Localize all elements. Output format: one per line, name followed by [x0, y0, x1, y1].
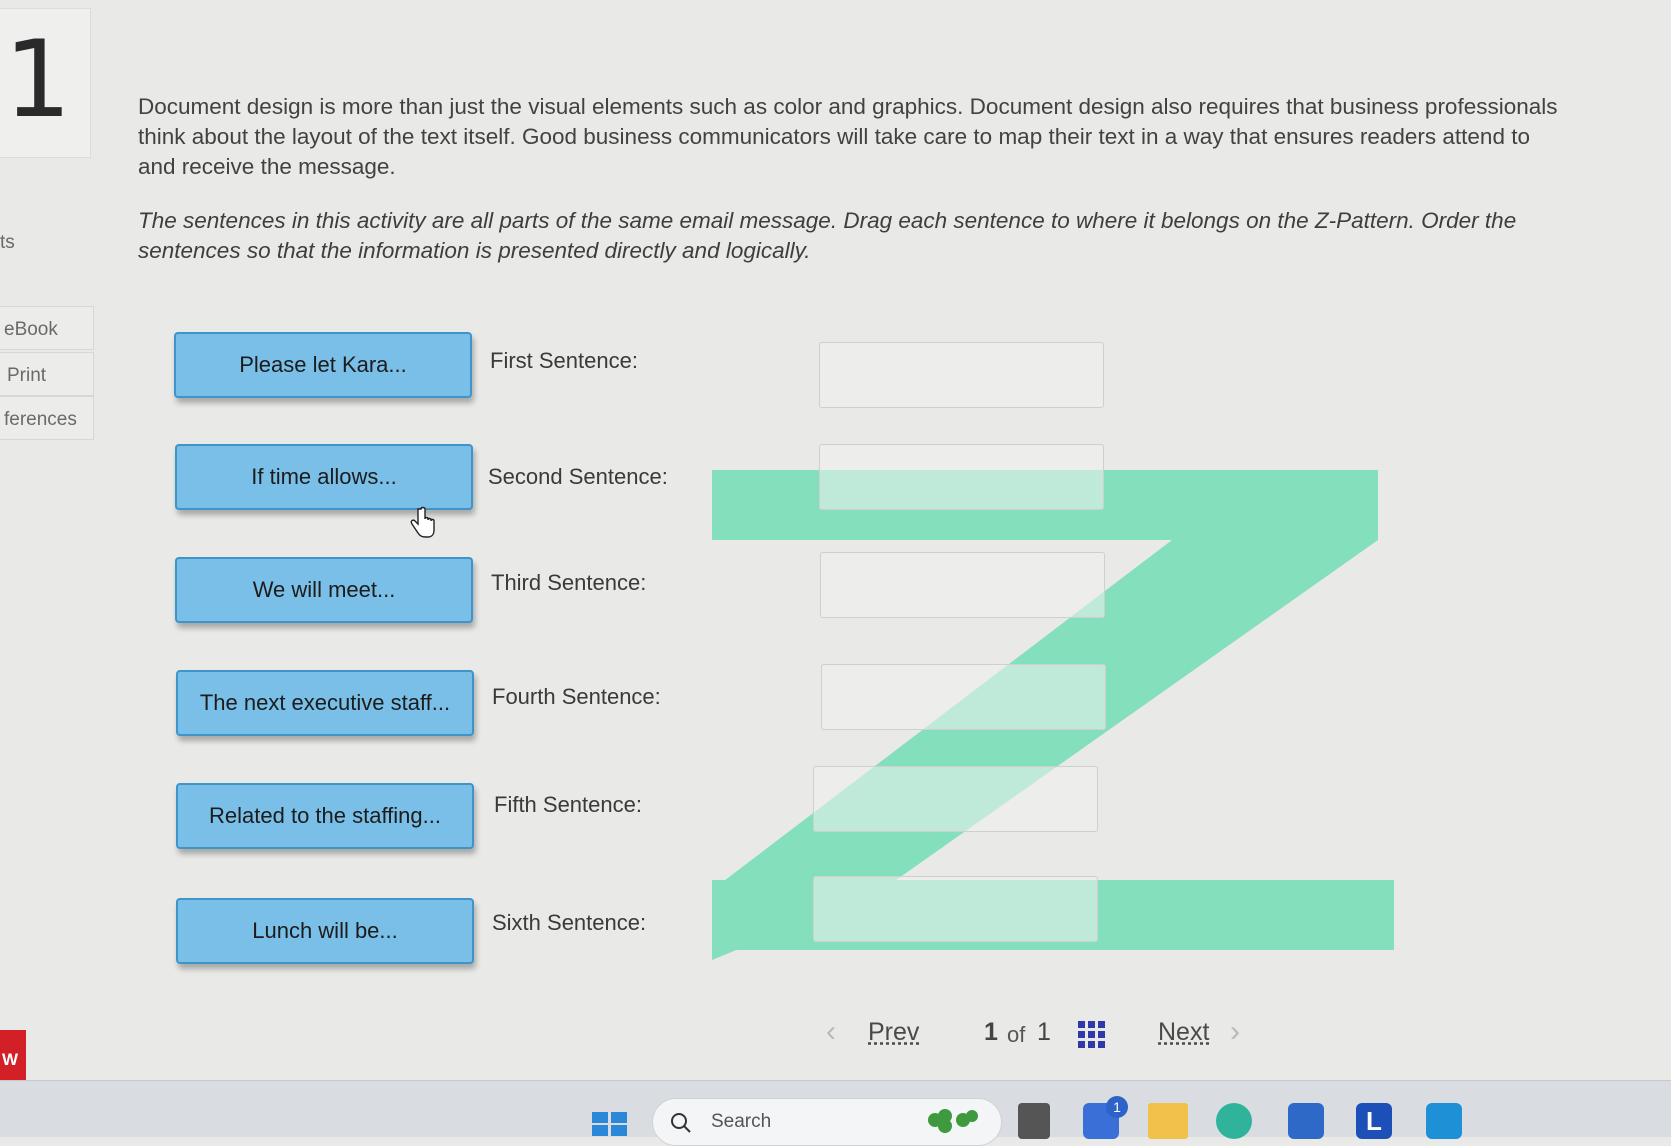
drag-card-we-will-meet[interactable]: We will meet... [175, 557, 473, 623]
drop-slot-fifth[interactable] [813, 766, 1098, 832]
slot-label-second: Second Sentence: [488, 464, 668, 489]
store-icon[interactable] [1288, 1103, 1324, 1139]
slot-label-first: First Sentence: [490, 348, 638, 373]
app-l-icon[interactable]: L [1356, 1103, 1392, 1139]
search-icon [671, 1113, 691, 1133]
question-grid-icon[interactable] [1078, 1021, 1106, 1049]
chevron-left-icon[interactable]: ‹ [826, 1015, 836, 1049]
sidebar-tab-print[interactable]: Print [0, 352, 94, 396]
next-button[interactable]: Next [1158, 1018, 1209, 1047]
slot-label-fourth: Fourth Sentence: [492, 684, 661, 709]
task-view-icon[interactable] [1018, 1103, 1050, 1139]
question-number: 1 [4, 18, 72, 141]
page-of-label: of [1007, 1022, 1026, 1047]
prev-button[interactable]: Prev [868, 1018, 919, 1047]
hand-cursor-icon [410, 506, 435, 538]
drag-card-lunch-will-be[interactable]: Lunch will be... [176, 898, 474, 964]
file-explorer-icon[interactable] [1148, 1103, 1188, 1139]
instructions-paragraph: The sentences in this activity are all p… [138, 208, 1517, 263]
windows-start-icon[interactable] [592, 1112, 628, 1136]
slot-label-third: Third Sentence: [491, 570, 647, 595]
drop-slot-fourth[interactable] [821, 664, 1106, 730]
sidebar-tab-ebook[interactable]: eBook [0, 306, 94, 350]
drag-card-if-time-allows[interactable]: If time allows... [175, 444, 473, 510]
clover-icon [928, 1109, 978, 1133]
intro-paragraph: Document design is more than just the vi… [138, 94, 1558, 179]
edge-browser-icon[interactable] [1216, 1103, 1252, 1139]
notification-badge: 1 [1106, 1096, 1128, 1118]
sidebar-fragment-label: ts [0, 232, 15, 253]
question-number-panel: 1 [0, 8, 91, 158]
drop-slot-sixth[interactable] [813, 876, 1098, 942]
sidebar-tab-references[interactable]: ferences [0, 396, 94, 440]
chevron-right-icon[interactable]: › [1230, 1015, 1240, 1049]
drop-slot-third[interactable] [820, 552, 1105, 618]
page-total: 1 [1037, 1018, 1051, 1046]
drag-card-related-to-staffing[interactable]: Related to the staffing... [176, 783, 474, 849]
drop-slot-second[interactable] [819, 444, 1104, 510]
slot-label-fifth: Fifth Sentence: [494, 792, 642, 817]
page-current: 1 [984, 1018, 998, 1046]
drag-card-please-let-kara[interactable]: Please let Kara... [174, 332, 472, 398]
drag-card-next-executive-staff[interactable]: The next executive staff... [176, 670, 474, 736]
slot-label-sixth: Sixth Sentence: [492, 910, 647, 935]
cortana-icon[interactable] [1426, 1103, 1462, 1139]
drop-slot-first[interactable] [819, 342, 1104, 408]
